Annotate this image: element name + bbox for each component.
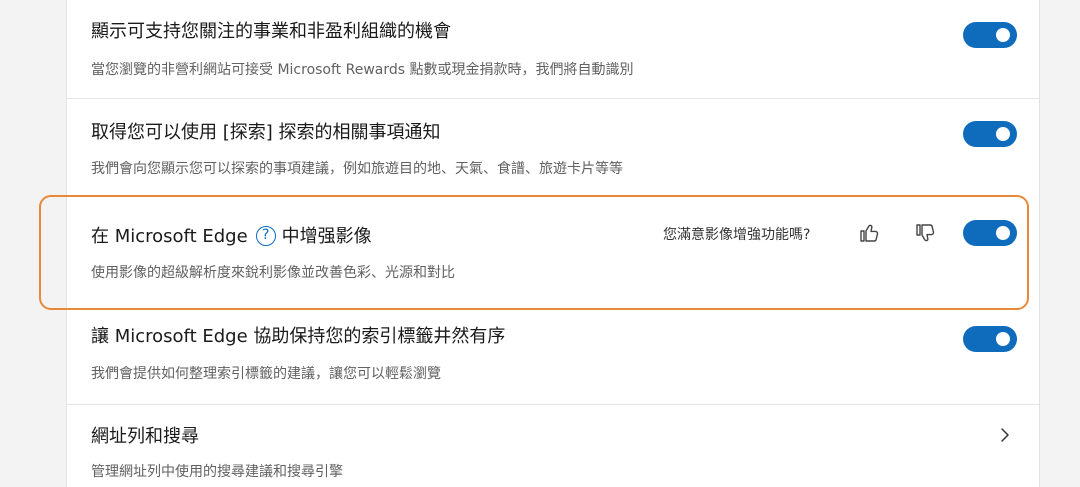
toggle-discover[interactable] — [963, 121, 1017, 147]
thumbs-up-icon[interactable] — [857, 221, 881, 245]
setting-desc-address-bar: 管理網址列中使用的搜尋建議和搜尋引擎 — [91, 464, 343, 480]
settings-panel: 顯示可支持您關注的事業和非盈利組織的機會 當您瀏覽的非營利網站可接受 Micro… — [66, 0, 1040, 487]
help-icon[interactable]: ? — [255, 225, 276, 246]
setting-title-enhance-images: 在 Microsoft Edge? 中增强影像 — [91, 225, 372, 249]
setting-desc-discover: 我們會向您顯示您可以探索的事項建議，例如旅遊目的地、天氣、食譜、旅遊卡片等等 — [91, 161, 623, 177]
setting-desc-enhance-images: 使用影像的超級解析度來銳利影像並改善色彩、光源和對比 — [91, 265, 455, 281]
chevron-right-icon[interactable] — [997, 427, 1013, 443]
setting-desc-organize-tabs: 我們會提供如何整理索引標籤的建議，讓您可以輕鬆瀏覽 — [91, 366, 441, 382]
toggle-knob — [996, 332, 1010, 346]
divider — [67, 404, 1039, 405]
toggle-knob — [996, 226, 1010, 240]
setting-title-address-bar[interactable]: 網址列和搜尋 — [91, 425, 199, 449]
toggle-knob — [996, 127, 1010, 141]
title-part-2: 中增强影像 — [281, 226, 372, 247]
toggle-enhance-images[interactable] — [963, 220, 1017, 246]
setting-desc-nonprofit: 當您瀏覽的非營利網站可接受 Microsoft Rewards 點數或現金捐款時… — [91, 62, 634, 78]
title-part-1: 在 Microsoft Edge — [91, 226, 248, 247]
setting-title-discover: 取得您可以使用 [探索] 探索的相關事項通知 — [91, 122, 441, 143]
setting-title-nonprofit: 顯示可支持您關注的事業和非盈利組織的機會 — [91, 21, 451, 42]
toggle-knob — [996, 28, 1010, 42]
feedback-question: 您滿意影像增強功能嗎? — [663, 227, 811, 243]
setting-title-organize-tabs: 讓 Microsoft Edge 協助保持您的索引標籤井然有序 — [91, 326, 506, 347]
toggle-organize-tabs[interactable] — [963, 326, 1017, 352]
thumbs-down-icon[interactable] — [913, 221, 937, 245]
divider — [67, 98, 1039, 99]
toggle-nonprofit[interactable] — [963, 22, 1017, 48]
